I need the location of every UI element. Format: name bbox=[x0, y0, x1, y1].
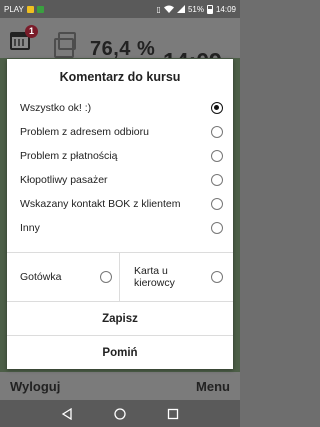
option-payment-problem[interactable]: Problem z płatnością bbox=[7, 144, 233, 168]
radio-icon[interactable] bbox=[211, 126, 223, 138]
option-label: Problem z adresem odbioru bbox=[20, 126, 149, 138]
battery-percent: 51% bbox=[187, 4, 204, 14]
option-contact-bok[interactable]: Wskazany kontakt BOK z klientem bbox=[7, 192, 233, 216]
notification-badge: 1 bbox=[25, 25, 38, 38]
radio-icon[interactable] bbox=[100, 271, 112, 283]
bottom-bar: Wyloguj Menu bbox=[0, 372, 240, 400]
wifi-icon bbox=[163, 5, 174, 13]
status-time: 14:09 bbox=[215, 4, 236, 14]
card-label-line2: kierowcy bbox=[134, 277, 175, 289]
radio-icon[interactable] bbox=[211, 150, 223, 162]
notification-icon bbox=[26, 5, 34, 13]
copy-icon[interactable] bbox=[54, 32, 76, 58]
option-label: Problem z płatnością bbox=[20, 150, 118, 162]
option-difficult-passenger[interactable]: Kłopotliwy pasażer bbox=[7, 168, 233, 192]
payment-cash-option[interactable]: Gotówka bbox=[20, 253, 112, 301]
radio-icon[interactable] bbox=[211, 198, 223, 210]
card-label-line1: Karta u bbox=[134, 265, 168, 277]
option-label: Inny bbox=[20, 222, 40, 234]
menu-button[interactable]: Menu bbox=[196, 379, 230, 394]
option-all-ok[interactable]: Wszystko ok! :) bbox=[7, 96, 233, 120]
app-header: 1 76,4 % 14:09 bbox=[0, 18, 240, 74]
cash-label: Gotówka bbox=[20, 271, 62, 283]
radio-icon[interactable] bbox=[211, 222, 223, 234]
option-label: Kłopotliwy pasażer bbox=[20, 174, 108, 186]
option-pickup-address[interactable]: Problem z adresem odbioru bbox=[7, 120, 233, 144]
signal-icon bbox=[176, 5, 185, 13]
radio-icon[interactable] bbox=[211, 174, 223, 186]
skip-button[interactable]: Pomiń bbox=[7, 336, 233, 370]
status-bar: PLAY ▯ 51% 14:09 bbox=[0, 0, 240, 18]
save-button[interactable]: Zapisz bbox=[7, 302, 233, 336]
vibrate-icon: ▯ bbox=[156, 4, 161, 14]
option-label: Wskazany kontakt BOK z klientem bbox=[20, 198, 181, 210]
app-icon bbox=[36, 5, 44, 13]
option-other[interactable]: Inny bbox=[7, 216, 233, 240]
back-icon[interactable] bbox=[61, 407, 73, 420]
carrier-label: PLAY bbox=[4, 4, 24, 14]
battery-icon bbox=[206, 4, 213, 14]
recent-apps-icon[interactable] bbox=[167, 408, 179, 420]
card-label: Karta u kierowcy bbox=[134, 265, 211, 289]
radio-icon[interactable] bbox=[211, 271, 223, 283]
system-nav-bar bbox=[0, 400, 240, 427]
radio-selected-icon[interactable] bbox=[211, 102, 223, 114]
dialog-title: Komentarz do kursu bbox=[59, 70, 181, 84]
logout-button[interactable]: Wyloguj bbox=[10, 379, 60, 394]
divider bbox=[119, 253, 120, 301]
payment-card-option[interactable]: Karta u kierowcy bbox=[134, 253, 223, 301]
home-icon[interactable] bbox=[114, 407, 126, 420]
option-label: Wszystko ok! :) bbox=[20, 102, 92, 114]
comment-dialog: Komentarz do kursu Wszystko ok! :) Probl… bbox=[7, 59, 233, 369]
